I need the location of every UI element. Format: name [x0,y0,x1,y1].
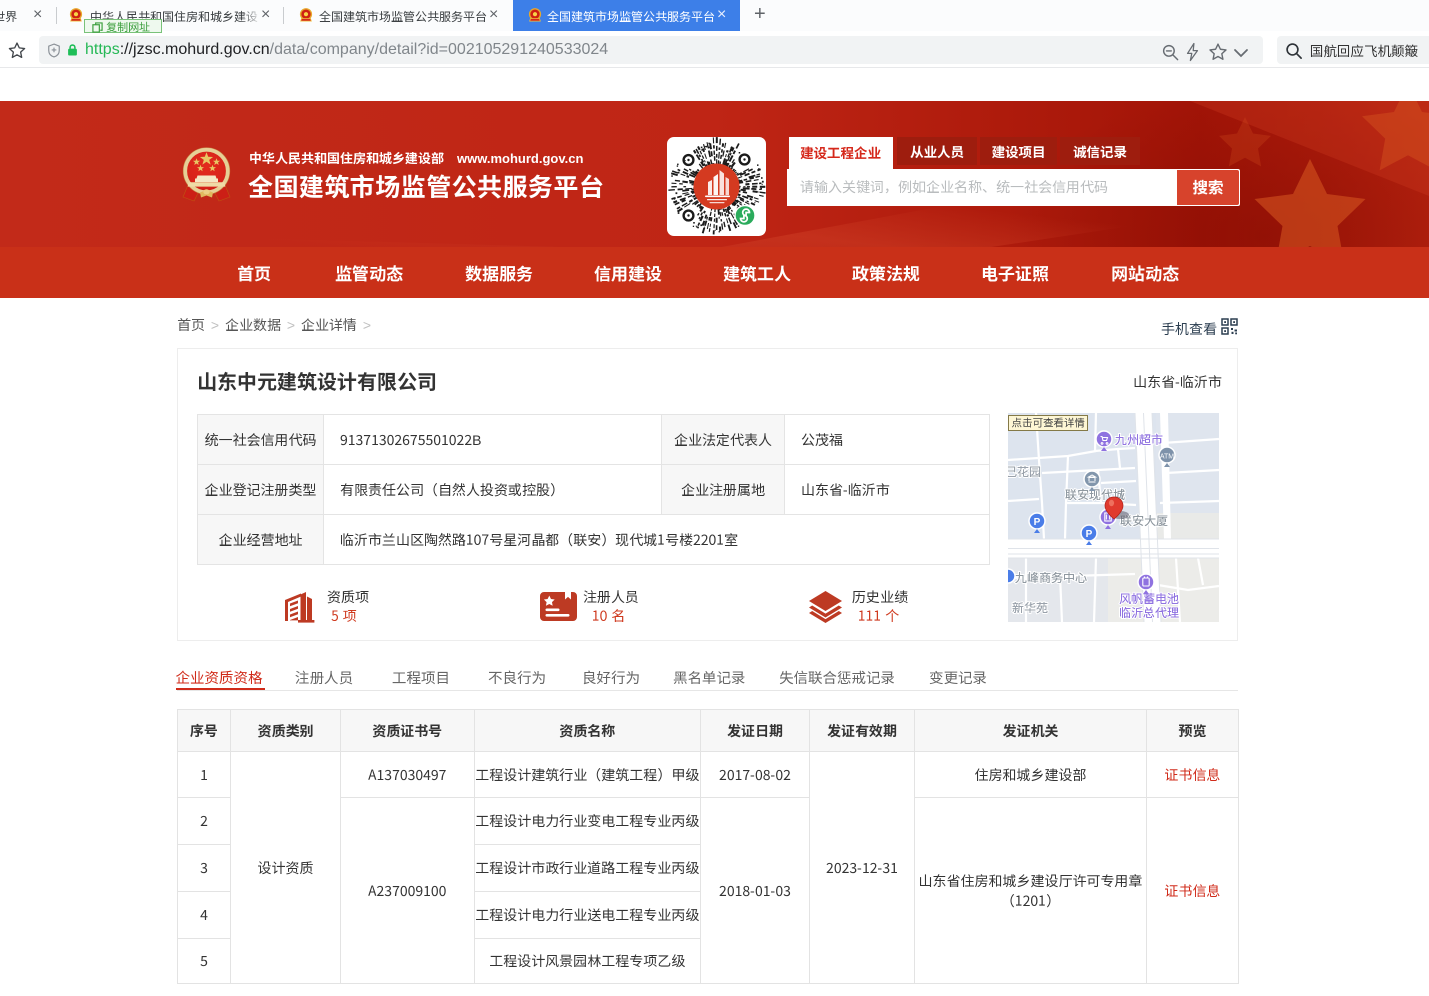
svg-text:临沂总代理: 临沂总代理 [1119,604,1179,621]
svg-text:P: P [1034,517,1041,528]
svg-text:九州超市: 九州超市 [1115,431,1163,448]
svg-text:点击可查看详情: 点击可查看详情 [1012,416,1086,431]
svg-text:己花园: 己花园 [1008,463,1041,480]
svg-text:新华苑: 新华苑 [1012,599,1048,616]
svg-text:九峰商务中心: 九峰商务中心 [1015,569,1088,586]
svg-text:ATM: ATM [1160,454,1174,461]
svg-text:P: P [1086,529,1093,540]
